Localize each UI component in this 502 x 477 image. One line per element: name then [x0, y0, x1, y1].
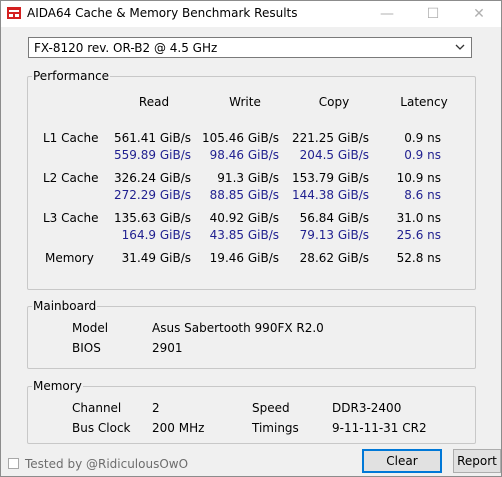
cpu-select[interactable]: FX-8120 rev. OR-B2 @ 4.5 GHz — [28, 37, 472, 58]
l3-copy-value: 56.84 GiB/s — [299, 211, 369, 225]
l2-write-value: 91.3 GiB/s — [217, 171, 279, 185]
memory-timings-label: Timings — [252, 421, 299, 435]
l1-copy-value: 221.25 GiB/s — [292, 131, 369, 145]
header-latency: Latency — [400, 95, 448, 109]
header-copy: Copy — [318, 95, 350, 109]
memory-busclock-value: 200 MHz — [152, 421, 205, 435]
l3-copy-value-prev: 79.13 GiB/s — [299, 228, 369, 242]
memory-busclock-label: Bus Clock — [72, 421, 131, 435]
mainboard-group-title: Mainboard — [32, 299, 98, 313]
l2-read-value-prev: 272.29 GiB/s — [114, 188, 191, 202]
row-label-memory: Memory — [45, 251, 94, 265]
close-button[interactable]: ✕ — [457, 1, 501, 27]
chevron-down-icon[interactable] — [453, 40, 467, 54]
cpu-select-value: FX-8120 rev. OR-B2 @ 4.5 GHz — [34, 41, 218, 55]
l3-write-value-prev: 43.85 GiB/s — [209, 228, 279, 242]
mainboard-bios-value: 2901 — [152, 341, 183, 355]
l1-latency-value-prev: 0.9 ns — [404, 148, 441, 162]
memory-read-value: 31.49 GiB/s — [121, 251, 191, 265]
l1-read-value-prev: 559.89 GiB/s — [114, 148, 191, 162]
benchmark-window: AIDA64 Cache & Memory Benchmark Results … — [0, 0, 502, 477]
report-button[interactable]: Report — [453, 449, 501, 473]
header-write: Write — [229, 95, 261, 109]
l1-write-value-prev: 98.46 GiB/s — [209, 148, 279, 162]
l1-copy-value-prev: 204.5 GiB/s — [299, 148, 369, 162]
l3-read-value: 135.63 GiB/s — [114, 211, 191, 225]
row-label-l2-cache: L2 Cache — [43, 171, 99, 185]
memory-channel-value: 2 — [152, 401, 160, 415]
performance-group-title: Performance — [32, 69, 111, 83]
mainboard-model-value: Asus Sabertooth 990FX R2.0 — [152, 321, 324, 335]
l3-write-value: 40.92 GiB/s — [209, 211, 279, 225]
l3-latency-value: 31.0 ns — [396, 211, 441, 225]
memory-group-title: Memory — [32, 379, 83, 393]
clear-button[interactable]: Clear — [362, 449, 442, 473]
l1-write-value: 105.46 GiB/s — [202, 131, 279, 145]
title-bar: AIDA64 Cache & Memory Benchmark Results … — [1, 1, 501, 27]
row-label-l1-cache: L1 Cache — [43, 131, 99, 145]
l2-latency-value-prev: 8.6 ns — [404, 188, 441, 202]
header-read: Read — [138, 95, 170, 109]
memory-copy-value: 28.62 GiB/s — [299, 251, 369, 265]
memory-latency-value: 52.8 ns — [396, 251, 441, 265]
mainboard-bios-label: BIOS — [72, 341, 101, 355]
mainboard-model-label: Model — [72, 321, 109, 335]
memory-speed-label: Speed — [252, 401, 290, 415]
memory-speed-value: DDR3-2400 — [332, 401, 402, 415]
l2-write-value-prev: 88.85 GiB/s — [209, 188, 279, 202]
l2-latency-value: 10.9 ns — [396, 171, 441, 185]
l2-read-value: 326.24 GiB/s — [114, 171, 191, 185]
l3-latency-value-prev: 25.6 ns — [396, 228, 441, 242]
window-title: AIDA64 Cache & Memory Benchmark Results — [27, 6, 298, 20]
l3-read-value-prev: 164.9 GiB/s — [121, 228, 191, 242]
tested-by-label: Tested by @RidiculousOwO — [25, 457, 189, 471]
aida64-app-icon — [7, 7, 21, 19]
memory-channel-label: Channel — [72, 401, 122, 415]
maximize-button[interactable]: ☐ — [411, 1, 455, 27]
minimize-button[interactable]: — — [365, 1, 409, 27]
row-label-l3-cache: L3 Cache — [43, 211, 99, 225]
l2-copy-value: 153.79 GiB/s — [292, 171, 369, 185]
tested-by-checkbox[interactable] — [8, 458, 19, 469]
memory-write-value: 19.46 GiB/s — [209, 251, 279, 265]
l1-read-value: 561.41 GiB/s — [114, 131, 191, 145]
memory-group: Memory — [27, 379, 476, 444]
mainboard-group: Mainboard — [27, 299, 476, 369]
l1-latency-value: 0.9 ns — [404, 131, 441, 145]
l2-copy-value-prev: 144.38 GiB/s — [292, 188, 369, 202]
memory-timings-value: 9-11-11-31 CR2 — [332, 421, 427, 435]
